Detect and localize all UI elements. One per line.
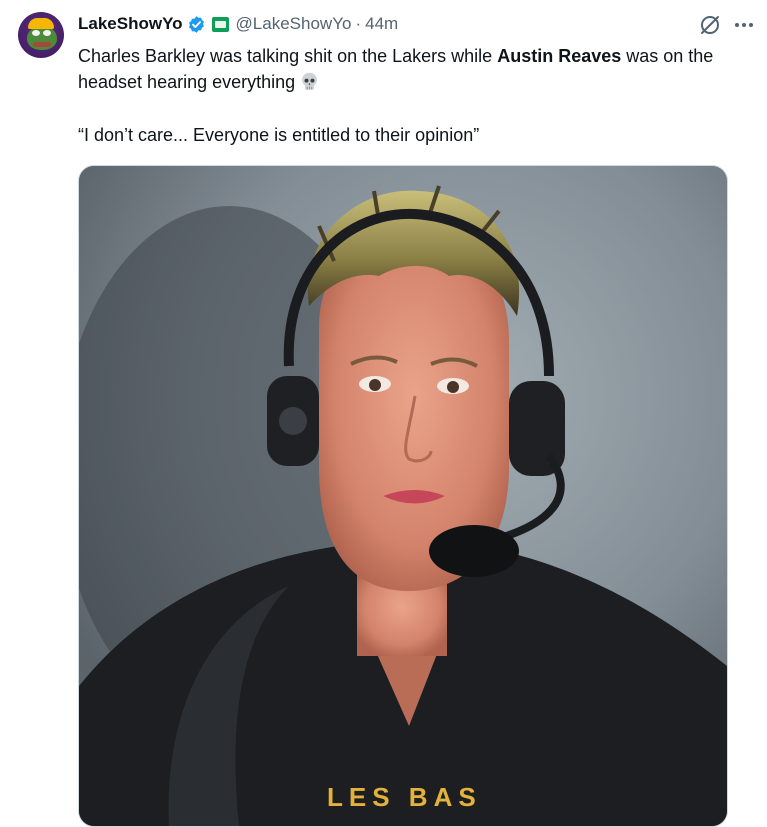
tweet-quote-line: “I don’t care... Everyone is entitled to… [78, 125, 480, 145]
header-separator: · [355, 14, 362, 33]
author-handle[interactable]: @LakeShowYo [236, 14, 352, 34]
grok-icon[interactable] [698, 13, 722, 37]
verified-badge-icon [188, 15, 204, 33]
photo-illustration: LES BAS [79, 166, 727, 826]
avatar-cap [28, 18, 54, 29]
author-avatar[interactable] [18, 12, 64, 58]
tweet-text-bold: Austin Reaves [497, 46, 622, 66]
skull-emoji-icon [302, 72, 318, 90]
author-display-name[interactable]: LakeShowYo [78, 14, 183, 34]
hoodie-print: LES BAS [327, 782, 482, 812]
tweet-text-part1: Charles Barkley was talking shit on the … [78, 46, 498, 66]
tweet-text: Charles Barkley was talking shit on the … [78, 43, 758, 95]
avatar-eye-left [32, 30, 40, 36]
tweet-timestamp[interactable]: 44m [365, 14, 398, 34]
more-options-icon[interactable] [732, 14, 756, 36]
tweet-media-photo[interactable]: LES BAS [78, 165, 728, 827]
avatar-mouth [33, 42, 51, 47]
affiliate-badge-icon[interactable] [211, 16, 229, 32]
avatar-eye-right [43, 30, 51, 36]
tweet-header: LakeShowYo @LakeShowYo · 44m [78, 12, 398, 36]
